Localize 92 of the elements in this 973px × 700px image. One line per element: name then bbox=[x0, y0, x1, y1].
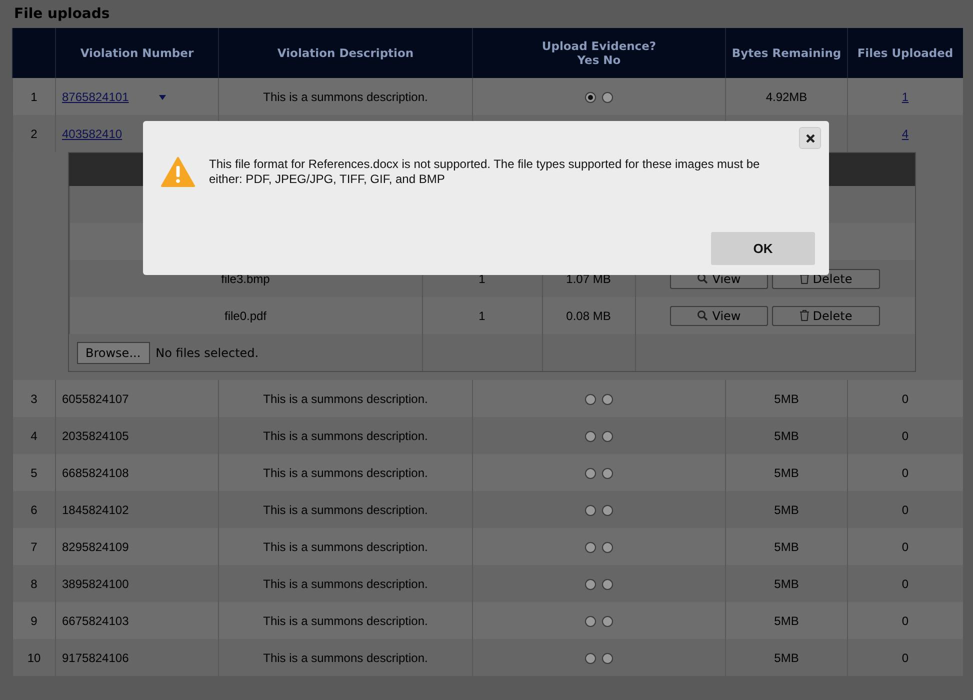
radio-button[interactable] bbox=[585, 652, 596, 664]
files-uploaded-link[interactable]: 4 bbox=[902, 126, 909, 140]
browse-button[interactable]: Browse... bbox=[76, 342, 150, 364]
files-uploaded-link[interactable]: 1 bbox=[902, 90, 909, 104]
violation-number: 2035824105 bbox=[62, 428, 129, 442]
violation-number-link[interactable]: 8765824101 bbox=[62, 90, 129, 104]
file-count: 1 bbox=[478, 308, 486, 322]
files-uploaded: 0 bbox=[902, 576, 909, 590]
bytes-remaining: 5MB bbox=[774, 428, 799, 442]
files-uploaded: 0 bbox=[902, 466, 909, 480]
caret-icon[interactable] bbox=[158, 94, 166, 100]
violation-description: This is a summons description. bbox=[263, 392, 428, 406]
row-number: 3 bbox=[30, 392, 38, 406]
ok-button[interactable]: OK bbox=[711, 232, 815, 265]
trash-icon bbox=[800, 273, 809, 284]
view-button[interactable]: View bbox=[670, 306, 768, 326]
radio-button[interactable] bbox=[602, 578, 613, 590]
bytes-remaining: 5MB bbox=[774, 540, 799, 554]
violation-number: 3895824100 bbox=[62, 576, 129, 590]
bytes-remaining: 5MB bbox=[774, 614, 799, 628]
violation-description: This is a summons description. bbox=[263, 90, 428, 104]
column-header: Files Uploaded bbox=[848, 28, 962, 78]
violation-number: 6055824107 bbox=[62, 392, 129, 406]
trash-icon bbox=[800, 310, 809, 321]
file-name: file0.pdf bbox=[224, 308, 267, 322]
files-uploaded: 0 bbox=[902, 392, 909, 406]
row-number: 8 bbox=[30, 576, 38, 590]
bytes-remaining: 5MB bbox=[774, 650, 799, 664]
violation-number-link[interactable]: 403582410 bbox=[62, 126, 122, 140]
radio-button[interactable] bbox=[585, 504, 596, 516]
violation-number: 9175824106 bbox=[62, 650, 129, 664]
file-name: file3.bmp bbox=[221, 272, 270, 286]
row-number: 2 bbox=[30, 126, 38, 140]
radio-button[interactable] bbox=[602, 542, 613, 553]
radio-button[interactable] bbox=[602, 92, 613, 103]
radio-button[interactable] bbox=[602, 504, 613, 516]
radio-button[interactable] bbox=[602, 394, 613, 405]
radio-button[interactable] bbox=[585, 430, 596, 442]
bytes-remaining: 5MB bbox=[774, 392, 799, 406]
row-number: 1 bbox=[30, 90, 38, 104]
bytes-remaining: 5MB bbox=[774, 502, 799, 516]
row-number: 9 bbox=[30, 614, 38, 628]
bytes-remaining: 5MB bbox=[774, 466, 799, 480]
warning-icon bbox=[161, 157, 195, 187]
column-header: Upload Evidence? Yes No bbox=[472, 28, 726, 78]
files-uploaded: 0 bbox=[902, 502, 909, 516]
column-header: Violation Number bbox=[56, 28, 218, 78]
row-number: 10 bbox=[27, 650, 41, 664]
radio-button[interactable] bbox=[585, 616, 596, 627]
violation-number: 6675824103 bbox=[62, 614, 129, 628]
radio-button[interactable] bbox=[602, 652, 613, 664]
row-number: 4 bbox=[30, 428, 38, 442]
row-number: 5 bbox=[30, 466, 38, 480]
row-number: 7 bbox=[30, 540, 38, 554]
radio-button[interactable] bbox=[602, 616, 613, 627]
file-status: No files selected. bbox=[156, 346, 259, 360]
file-count: 1 bbox=[478, 272, 486, 286]
radio-button[interactable] bbox=[602, 468, 613, 479]
row-number: 6 bbox=[30, 502, 38, 516]
radio-button[interactable] bbox=[585, 468, 596, 479]
radio-button[interactable] bbox=[585, 92, 596, 103]
files-uploaded: 0 bbox=[902, 428, 909, 442]
files-uploaded: 0 bbox=[902, 614, 909, 628]
violation-description: This is a summons description. bbox=[263, 428, 428, 442]
column-header: Violation Description bbox=[218, 28, 472, 78]
close-icon bbox=[806, 134, 814, 142]
violation-description: This is a summons description. bbox=[263, 614, 428, 628]
delete-button[interactable]: Delete bbox=[772, 306, 880, 326]
violation-description: This is a summons description. bbox=[263, 576, 428, 590]
radio-button[interactable] bbox=[585, 542, 596, 553]
column-header: Bytes Remaining bbox=[726, 28, 848, 78]
violation-description: This is a summons description. bbox=[263, 540, 428, 554]
radio-button[interactable] bbox=[602, 430, 613, 442]
radio-button[interactable] bbox=[585, 394, 596, 405]
file-size: 1.07 MB bbox=[566, 272, 611, 286]
error-message: This file format for References.docx is not supported. The file types supported for these images must be either: PDF, JPEG/JPG, TIFF, GIF, and BMP bbox=[209, 157, 761, 187]
violation-number: 8295824109 bbox=[62, 540, 129, 554]
violation-description: This is a summons description. bbox=[263, 650, 428, 664]
violation-description: This is a summons description. bbox=[263, 502, 428, 516]
section-title: File uploads bbox=[14, 6, 111, 22]
bytes-remaining: 5MB bbox=[774, 576, 799, 590]
search-icon bbox=[697, 310, 708, 321]
files-uploaded: 0 bbox=[902, 650, 909, 664]
bytes-remaining: 4.92MB bbox=[766, 90, 808, 104]
close-button[interactable] bbox=[799, 127, 821, 149]
radio-button[interactable] bbox=[585, 578, 596, 590]
file-size: 0.08 MB bbox=[566, 308, 611, 322]
violation-number: 6685824108 bbox=[62, 466, 129, 480]
search-icon bbox=[697, 273, 708, 284]
violation-description: This is a summons description. bbox=[263, 466, 428, 480]
violation-number: 1845824102 bbox=[62, 502, 129, 516]
files-uploaded: 0 bbox=[902, 540, 909, 554]
